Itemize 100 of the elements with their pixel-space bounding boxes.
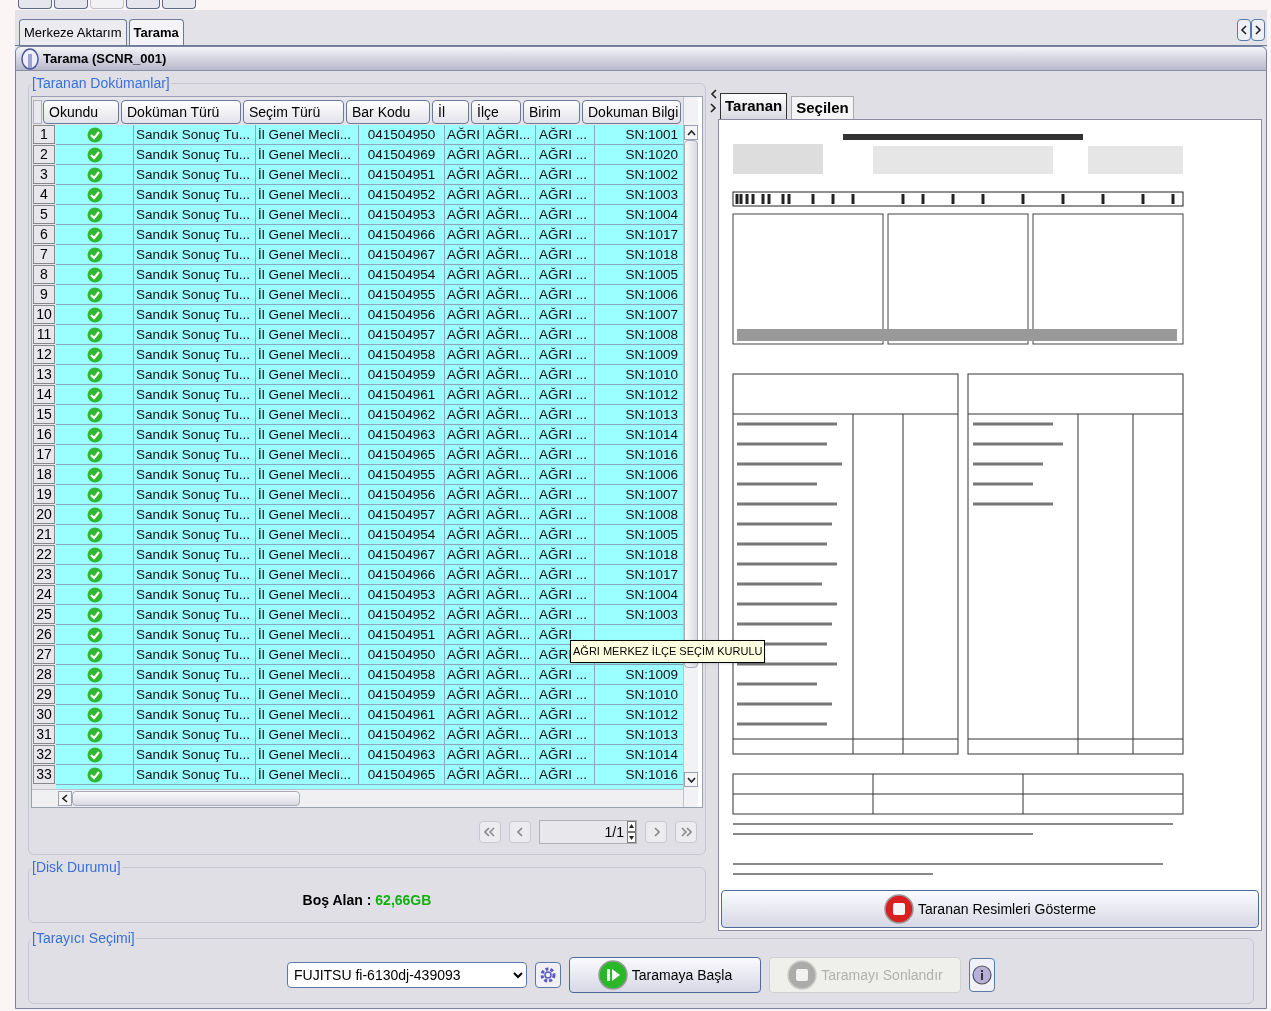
table-cell: Sandık Sonuç Tu... [134,525,256,545]
row-number[interactable]: 28 [33,665,55,684]
row-number[interactable]: 33 [33,765,55,784]
row-number[interactable]: 23 [33,565,55,584]
table-cell: 041504959 [359,365,445,385]
scroll-left-button[interactable] [58,791,72,806]
row-number[interactable]: 21 [33,525,55,544]
row-number[interactable]: 32 [33,745,55,764]
tab[interactable]: Taranan [720,93,788,119]
row-number[interactable]: 10 [33,305,55,324]
table-cell: SN:1006 [595,285,683,305]
row-number[interactable]: 15 [33,405,55,424]
table-cell: SN:1010 [595,365,683,385]
page-field[interactable]: 1/1 [539,820,637,844]
column-header[interactable]: Birim [523,100,580,124]
table-cell: 041504962 [359,405,445,425]
row-number[interactable]: 19 [33,485,55,504]
table-cell: 041504951 [359,625,445,645]
table-cell: İl Genel Mecli... [256,645,359,665]
table-cell: İl Genel Mecli... [256,705,359,725]
column-header[interactable]: Bar Kodu [346,100,430,124]
scroll-up-button[interactable] [684,125,698,140]
table-cell: AĞRI ... [536,605,595,625]
row-number[interactable]: 3 [33,165,55,184]
table-cell: 041504952 [359,605,445,625]
toolbar-button[interactable] [162,0,196,9]
table-cell: İl Genel Mecli... [256,485,359,505]
column-header[interactable]: Dokuman Bilgi [582,100,681,124]
page-text: 1/1 [603,822,625,842]
tab[interactable]: Seçilen [791,96,854,119]
scroll-down-button[interactable] [684,772,698,787]
toolbar-button[interactable] [126,0,160,9]
table-cell: AĞRI... [484,285,536,305]
scroll-left-button[interactable] [1237,19,1251,41]
table-cell: İl Genel Mecli... [256,765,359,785]
row-number[interactable]: 25 [33,605,55,624]
table-cell: 041504956 [359,485,445,505]
row-number[interactable]: 5 [33,205,55,224]
column-header[interactable]: Okundu [43,100,119,124]
row-number[interactable]: 11 [33,325,55,344]
row-number[interactable]: 16 [33,425,55,444]
column-header[interactable]: İlçe [471,100,521,124]
scrollbar-thumb[interactable] [72,791,300,806]
table-cell: Sandık Sonuç Tu... [134,345,256,365]
table-cell: AĞRI... [484,125,536,145]
table-cell: AĞRI ... [536,225,595,245]
table-cell: 041504954 [359,525,445,545]
table-cell: SN:1017 [595,565,683,585]
row-number[interactable]: 7 [33,245,55,264]
start-scan-button[interactable]: Taramaya Başla [569,957,761,993]
row-number[interactable]: 24 [33,585,55,604]
table-cell: AĞRI... [484,425,536,445]
table-cell: AĞRI ... [536,545,595,565]
info-button[interactable] [969,958,995,992]
row-number[interactable]: 4 [33,185,55,204]
column-header[interactable]: Seçim Türü [243,100,344,124]
scanner-dropdown[interactable]: FUJITSU fi-6130dj-439093 [287,962,527,988]
scanner-settings-button[interactable] [535,962,561,988]
table-cell: AĞRI... [484,485,536,505]
tab[interactable]: Merkeze Aktarım [19,19,127,45]
collapse-left-icon[interactable] [710,89,717,99]
row-number[interactable]: 22 [33,545,55,564]
expand-right-icon[interactable] [710,103,717,113]
column-header[interactable]: İl [432,100,469,124]
show-images-button[interactable]: Taranan Resimleri Gösterme [721,890,1259,928]
tab[interactable]: Tarama [128,19,184,45]
row-number[interactable]: 12 [33,345,55,364]
row-number[interactable]: 27 [33,645,55,664]
toolbar-button[interactable] [54,0,88,9]
horizontal-scrollbar[interactable] [32,789,683,807]
row-number[interactable]: 17 [33,445,55,464]
row-number[interactable]: 18 [33,465,55,484]
row-number[interactable]: 9 [33,285,55,304]
table-cell: AĞRI... [484,505,536,525]
row-number[interactable]: 1 [33,125,55,144]
table-cell: Sandık Sonuç Tu... [134,645,256,665]
row-number[interactable]: 26 [33,625,55,644]
toolbar-button[interactable] [18,0,52,9]
first-page-button[interactable] [479,821,501,843]
row-number[interactable]: 2 [33,145,55,164]
table-cell: Sandık Sonuç Tu... [134,605,256,625]
table-cell: SN:1008 [595,505,683,525]
row-number[interactable]: 29 [33,685,55,704]
spinner-up-icon[interactable] [627,821,636,832]
scroll-right-button[interactable] [1251,19,1265,41]
row-number[interactable]: 31 [33,725,55,744]
spinner-down-icon[interactable] [627,832,636,843]
row-number[interactable]: 8 [33,265,55,284]
row-number[interactable]: 14 [33,385,55,404]
table-cell: SN:1002 [595,165,683,185]
row-number[interactable]: 30 [33,705,55,724]
table-cell: 041504965 [359,765,445,785]
row-number[interactable]: 20 [33,505,55,524]
column-header[interactable]: Doküman Türü [121,100,241,124]
last-page-button[interactable] [675,821,697,843]
table-cell: SN:1008 [595,325,683,345]
table-cell: İl Genel Mecli... [256,125,359,145]
table-cell: Sandık Sonuç Tu... [134,205,256,225]
row-number[interactable]: 13 [33,365,55,384]
row-number[interactable]: 6 [33,225,55,244]
